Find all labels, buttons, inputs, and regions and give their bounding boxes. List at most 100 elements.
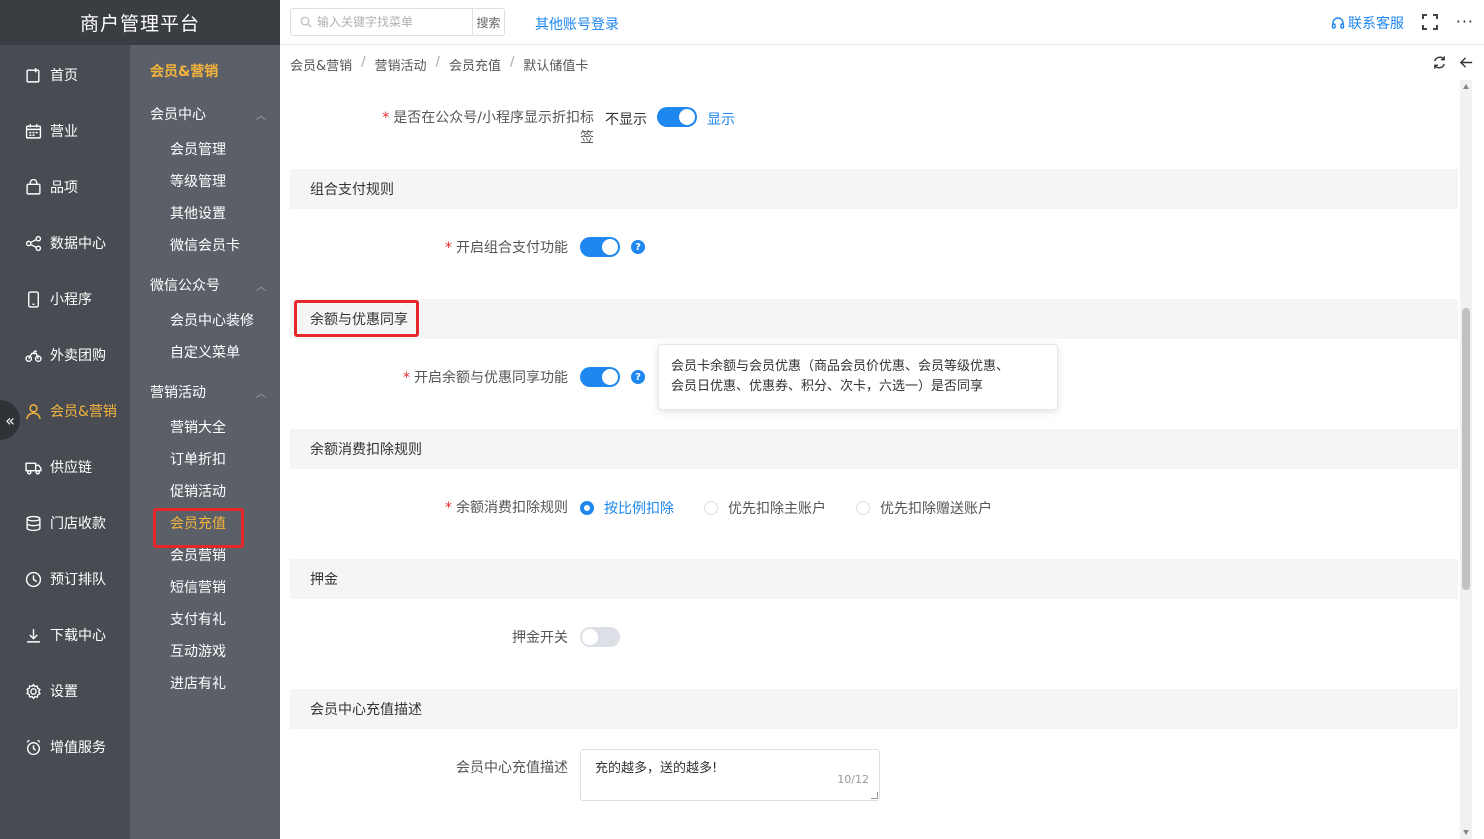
search-icon bbox=[300, 16, 312, 28]
search-button[interactable]: 搜索 bbox=[472, 9, 504, 35]
contact-support-link[interactable]: 联系客服 bbox=[1331, 13, 1404, 33]
nav-label: 数据中心 bbox=[50, 236, 106, 252]
breadcrumb-item[interactable]: 会员充值 bbox=[449, 55, 501, 74]
nav-member-manage[interactable]: 会员管理 bbox=[130, 133, 280, 165]
secondary-sidebar: 会员&营销 会员中心 ︿ 会员管理 等级管理 其他设置 微信会员卡 微信公众号 … bbox=[130, 45, 280, 839]
nav-label: 营业 bbox=[50, 124, 78, 140]
main-content: * 是否在公众号/小程序显示折扣标签 不显示 显示 组合支付规则 * 开启组合支付功… bbox=[290, 80, 1458, 839]
page-tools bbox=[1432, 55, 1474, 70]
nav-custom-menu[interactable]: 自定义菜单 bbox=[130, 336, 280, 368]
nav-delivery[interactable]: 外卖团购 bbox=[0, 327, 130, 383]
alarm-icon bbox=[24, 738, 42, 756]
highlight-box bbox=[294, 300, 419, 337]
fullscreen-icon[interactable] bbox=[1421, 13, 1439, 31]
combo-pay-section-header: 组合支付规则 bbox=[290, 169, 1458, 209]
nav-home[interactable]: 首页 bbox=[0, 47, 130, 103]
phone-icon bbox=[24, 290, 42, 308]
nav-business[interactable]: 营业 bbox=[0, 103, 130, 159]
download-icon bbox=[24, 626, 42, 644]
combo-pay-label: * 开启组合支付功能 bbox=[445, 240, 568, 256]
clock-icon bbox=[24, 570, 42, 588]
truck-icon bbox=[24, 458, 42, 476]
user-icon bbox=[24, 402, 42, 420]
chevron-up-icon: ︿ bbox=[256, 110, 266, 122]
resize-handle[interactable] bbox=[871, 792, 878, 799]
nav-booking[interactable]: 预订排队 bbox=[0, 551, 130, 607]
nav-group-member-center[interactable]: 会员中心 ︿ bbox=[130, 95, 280, 133]
deduct-option-main-account[interactable]: 优先扣除主账户 bbox=[704, 498, 826, 518]
nav-group-marketing[interactable]: 营销活动 ︿ bbox=[130, 373, 280, 411]
chevron-up-icon: ︿ bbox=[256, 388, 266, 400]
char-count: 10/12 bbox=[837, 773, 869, 786]
nav-items[interactable]: 品项 bbox=[0, 159, 130, 215]
nav-sms-marketing[interactable]: 短信营销 bbox=[130, 571, 280, 603]
nav-data-center[interactable]: 数据中心 bbox=[0, 215, 130, 271]
scroll-thumb[interactable] bbox=[1462, 308, 1470, 590]
nav-label: 增值服务 bbox=[50, 740, 106, 756]
nav-label: 设置 bbox=[50, 684, 78, 700]
brand-title: 商户管理平台 bbox=[0, 0, 280, 45]
nav-download[interactable]: 下载中心 bbox=[0, 607, 130, 663]
more-options-icon[interactable]: ··· bbox=[1456, 12, 1474, 31]
recharge-desc-label: 会员中心充值描述 bbox=[456, 760, 568, 776]
balance-share-tooltip: 会员卡余额与会员优惠（商品会员价优惠、会员等级优惠、 会员日优惠、优惠券、积分、… bbox=[658, 344, 1058, 410]
nav-store-payment[interactable]: 门店收款 bbox=[0, 495, 130, 551]
calendar-icon bbox=[24, 122, 42, 140]
nav-label: 外卖团购 bbox=[50, 348, 106, 364]
other-account-login-link[interactable]: 其他账号登录 bbox=[535, 14, 619, 34]
balance-share-help-icon[interactable]: ? bbox=[631, 370, 645, 384]
search-input[interactable] bbox=[291, 9, 472, 35]
balance-share-label: * 开启余额与优惠同享功能 bbox=[403, 370, 568, 386]
scroll-up-arrow[interactable] bbox=[1463, 84, 1469, 89]
recharge-desc-textarea[interactable]: 充的越多，送的越多! 10/12 bbox=[580, 749, 880, 801]
nav-other-settings[interactable]: 其他设置 bbox=[130, 197, 280, 229]
nav-center-decor[interactable]: 会员中心装修 bbox=[130, 304, 280, 336]
home-icon bbox=[24, 66, 42, 84]
top-bar: 搜索 其他账号登录 联系客服 ··· bbox=[280, 0, 1484, 45]
nav-games[interactable]: 互动游戏 bbox=[130, 635, 280, 667]
nav-member-marketing[interactable]: 会员&营销 bbox=[0, 383, 130, 439]
breadcrumb-item[interactable]: 营销活动 bbox=[375, 55, 427, 74]
nav-group-wechat[interactable]: 微信公众号 ︿ bbox=[130, 266, 280, 304]
nav-miniprogram[interactable]: 小程序 bbox=[0, 271, 130, 327]
discount-tag-toggle[interactable] bbox=[657, 107, 697, 127]
nav-value-added[interactable]: 增值服务 bbox=[0, 719, 130, 775]
nav-pay-gift[interactable]: 支付有礼 bbox=[130, 603, 280, 635]
back-arrow-icon[interactable] bbox=[1459, 55, 1474, 70]
headset-icon bbox=[1331, 17, 1345, 29]
nav-order-discount[interactable]: 订单折扣 bbox=[130, 443, 280, 475]
radio-dot bbox=[704, 501, 718, 515]
nav-settings[interactable]: 设置 bbox=[0, 663, 130, 719]
gear-icon bbox=[24, 682, 42, 700]
balance-share-toggle[interactable] bbox=[580, 367, 620, 387]
nav-label: 小程序 bbox=[50, 292, 92, 308]
primary-sidebar: 首页 营业 品项 数据中心 小程序 外卖团购 会员&营销 供应链 门店收款 预订… bbox=[0, 45, 130, 839]
nav-group-label: 营销活动 bbox=[150, 385, 206, 401]
nav-label: 预订排队 bbox=[50, 572, 106, 588]
nav-marketing-all[interactable]: 营销大全 bbox=[130, 411, 280, 443]
nav-label: 会员&营销 bbox=[50, 404, 117, 420]
nav-visit-gift[interactable]: 进店有礼 bbox=[130, 667, 280, 699]
scroll-down-arrow[interactable] bbox=[1463, 830, 1469, 835]
content-scrollbar[interactable] bbox=[1460, 80, 1472, 839]
nav-promotion[interactable]: 促销活动 bbox=[130, 475, 280, 507]
deduct-option-gift-account[interactable]: 优先扣除赠送账户 bbox=[856, 498, 992, 518]
nav-label: 供应链 bbox=[50, 460, 92, 476]
database-icon bbox=[24, 514, 42, 532]
radio-dot bbox=[580, 501, 594, 515]
breadcrumb: 会员&营销 / 营销活动 / 会员充值 / 默认储值卡 bbox=[290, 55, 589, 74]
combo-pay-help-icon[interactable]: ? bbox=[631, 240, 645, 254]
nav-label: 品项 bbox=[50, 180, 78, 196]
breadcrumb-item[interactable]: 会员&营销 bbox=[290, 55, 352, 74]
nav-group-label: 微信公众号 bbox=[150, 278, 220, 294]
nav-wechat-card[interactable]: 微信会员卡 bbox=[130, 229, 280, 261]
deduct-option-proportional[interactable]: 按比例扣除 bbox=[580, 498, 674, 518]
refresh-icon[interactable] bbox=[1432, 55, 1447, 70]
textarea-value: 充的越多，送的越多! bbox=[595, 761, 718, 776]
nav-member-recharge[interactable]: 会员充值 bbox=[130, 507, 280, 548]
deposit-toggle[interactable] bbox=[580, 627, 620, 647]
nav-level-manage[interactable]: 等级管理 bbox=[130, 165, 280, 197]
nav-supply-chain[interactable]: 供应链 bbox=[0, 439, 130, 495]
deduct-section-header: 余额消费扣除规则 bbox=[290, 429, 1458, 469]
combo-pay-toggle[interactable] bbox=[580, 237, 620, 257]
